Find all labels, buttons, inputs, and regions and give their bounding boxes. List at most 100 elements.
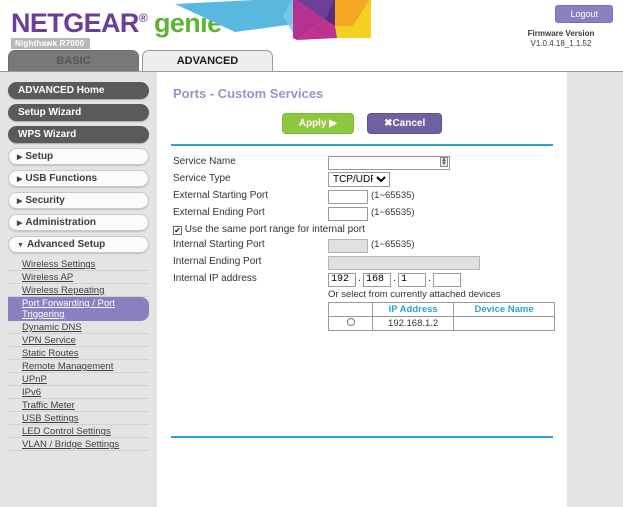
sidebar-group-security[interactable]: ▶ Security <box>8 192 149 209</box>
sidebar-item-advanced-home[interactable]: ADVANCED Home <box>8 82 149 99</box>
table-row[interactable]: 192.168.1.2 <box>327 316 555 331</box>
top-divider <box>171 144 553 146</box>
sidebar-item-ipv6[interactable]: IPv6 <box>8 386 149 399</box>
table-header-ip-address: IP Address <box>372 302 455 317</box>
table-header-device-name: Device Name <box>453 302 555 317</box>
tab-basic[interactable]: BASIC <box>8 50 139 72</box>
sidebar-item-wireless-settings[interactable]: Wireless Settings <box>8 258 149 271</box>
sidebar-item-wps-wizard[interactable]: WPS Wizard <box>8 126 149 143</box>
sidebar: ADVANCED Home Setup Wizard WPS Wizard ▶ S… <box>0 72 157 507</box>
sidebar-group-usb-functions[interactable]: ▶ USB Functions <box>8 170 149 187</box>
internal-ip-octet-2[interactable] <box>363 272 391 287</box>
model-badge: Nighthawk R7000 <box>11 38 91 49</box>
ip-separator: . <box>357 272 362 284</box>
sidebar-item-remote-management[interactable]: Remote Management <box>8 360 149 373</box>
sidebar-group-administration[interactable]: ▶ Administration <box>8 214 149 231</box>
logout-button[interactable]: Logout <box>555 5 613 23</box>
internal-ip-octet-4[interactable] <box>433 272 461 287</box>
page-title: Ports - Custom Services <box>173 86 324 101</box>
action-button-row: Apply ▶ ✖Cancel <box>169 113 555 134</box>
internal-ending-port-input <box>328 255 480 270</box>
tab-bar: BASIC ADVANCED <box>0 50 623 72</box>
device-select-cell[interactable] <box>327 316 374 331</box>
sidebar-item-usb-settings[interactable]: USB Settings <box>8 412 149 425</box>
ip-separator: . <box>427 272 432 284</box>
external-ending-port-input[interactable] <box>328 206 368 221</box>
service-name-control: ▲ ▼ <box>328 155 450 170</box>
stepper-icon[interactable]: ▲ ▼ <box>440 157 448 167</box>
sidebar-item-wireless-ap[interactable]: Wireless AP <box>8 271 149 284</box>
sidebar-item-upnp[interactable]: UPnP <box>8 373 149 386</box>
sidebar-item-static-routes[interactable]: Static Routes <box>8 347 149 360</box>
brand-netgear-text: NETGEAR <box>11 8 139 38</box>
tab-advanced[interactable]: ADVANCED <box>142 50 273 72</box>
main-panel: Ports - Custom Services Apply ▶ ✖Cancel … <box>157 72 567 507</box>
sidebar-group-setup-label: Setup <box>25 151 54 162</box>
sidebar-item-setup-wizard[interactable]: Setup Wizard <box>8 104 149 121</box>
sidebar-group-usb-functions-label: USB Functions <box>25 173 98 184</box>
router-admin-page: NETGEAR® genie® Nighthawk R7000 Logout F… <box>0 0 623 507</box>
external-starting-port-hint: (1~65535) <box>371 190 415 201</box>
same-port-range-label: Use the same port range for internal por… <box>184 224 365 235</box>
device-radio-button[interactable] <box>346 318 355 326</box>
chevron-right-icon: ▶ <box>17 220 23 227</box>
cancel-button-label: Cancel <box>392 118 426 129</box>
table-header-row: IP Address Device Name <box>327 302 555 317</box>
row-same-port-range: ✔ Use the same port range for internal p… <box>173 224 555 235</box>
internal-starting-port-hint: (1~65535) <box>371 239 415 250</box>
row-external-starting-port: External Starting Port (1~65535) <box>173 189 555 204</box>
genie-ribbon-graphic <box>175 0 371 40</box>
service-type-label: Service Type <box>173 173 231 184</box>
internal-starting-port-control: (1~65535) <box>328 238 415 253</box>
sidebar-item-port-forwarding-port-triggering[interactable]: Port Forwarding / Port Triggering <box>8 297 149 321</box>
external-ending-port-label: External Ending Port <box>173 207 265 218</box>
sidebar-item-wireless-repeating[interactable]: Wireless Repeating <box>8 284 149 297</box>
sidebar-item-led-control-settings[interactable]: LED Control Settings <box>8 425 149 438</box>
attached-devices-table: IP Address Device Name 192.168.1.2 <box>327 302 555 331</box>
row-external-ending-port: External Ending Port (1~65535) <box>173 206 555 221</box>
row-service-name: Service Name ▲ ▼ <box>173 155 555 170</box>
arrow-right-icon: ▶ <box>329 118 337 129</box>
service-name-input[interactable] <box>328 155 450 170</box>
external-starting-port-label: External Starting Port <box>173 190 269 201</box>
internal-ip-octet-3[interactable] <box>398 272 426 287</box>
service-type-control: TCP/UDP <box>328 172 390 187</box>
same-port-range-checkbox[interactable]: ✔ <box>173 226 182 235</box>
sidebar-group-security-label: Security <box>25 195 65 206</box>
apply-button-label: Apply <box>298 118 327 129</box>
sidebar-item-vpn-service[interactable]: VPN Service <box>8 334 149 347</box>
row-internal-starting-port: Internal Starting Port (1~65535) <box>173 238 555 253</box>
page-header: NETGEAR® genie® Nighthawk R7000 Logout F… <box>0 0 623 52</box>
table-header-select <box>327 302 374 317</box>
internal-ip-octet-1[interactable] <box>328 272 356 287</box>
sidebar-item-traffic-meter[interactable]: Traffic Meter <box>8 399 149 412</box>
external-ending-port-hint: (1~65535) <box>371 207 415 218</box>
sidebar-advanced-setup-list: Wireless Settings Wireless AP Wireless R… <box>8 258 149 451</box>
chevron-right-icon: ▶ <box>17 176 23 183</box>
service-name-label: Service Name <box>173 156 236 167</box>
cancel-button[interactable]: ✖Cancel <box>367 113 443 134</box>
sidebar-item-dynamic-dns[interactable]: Dynamic DNS <box>8 321 149 334</box>
body-area: ADVANCED Home Setup Wizard WPS Wizard ▶ S… <box>0 72 623 507</box>
sidebar-group-setup[interactable]: ▶ Setup <box>8 148 149 165</box>
service-type-select[interactable]: TCP/UDP <box>328 172 390 187</box>
ip-separator: . <box>392 272 397 284</box>
apply-button[interactable]: Apply ▶ <box>281 113 354 134</box>
chevron-right-icon: ▶ <box>17 198 23 205</box>
device-name-cell <box>453 316 555 331</box>
sidebar-group-administration-label: Administration <box>25 217 96 228</box>
internal-ip-label: Internal IP address <box>173 273 257 284</box>
external-ending-port-control: (1~65535) <box>328 206 415 221</box>
bottom-divider <box>171 436 553 438</box>
sidebar-item-vlan-bridge-settings[interactable]: VLAN / Bridge Settings <box>8 438 149 451</box>
attached-devices-note: Or select from currently attached device… <box>328 289 501 300</box>
chevron-down-icon: ▼ <box>17 242 24 249</box>
row-service-type: Service Type TCP/UDP <box>173 172 555 187</box>
sidebar-group-advanced-setup[interactable]: ▼ Advanced Setup <box>8 236 149 253</box>
external-starting-port-input[interactable] <box>328 189 368 204</box>
internal-ending-port-label: Internal Ending Port <box>173 256 262 267</box>
chevron-right-icon: ▶ <box>17 154 23 161</box>
row-internal-ending-port: Internal Ending Port <box>173 255 555 270</box>
sidebar-group-advanced-setup-label: Advanced Setup <box>26 239 106 250</box>
device-ip-cell: 192.168.1.2 <box>372 316 455 331</box>
